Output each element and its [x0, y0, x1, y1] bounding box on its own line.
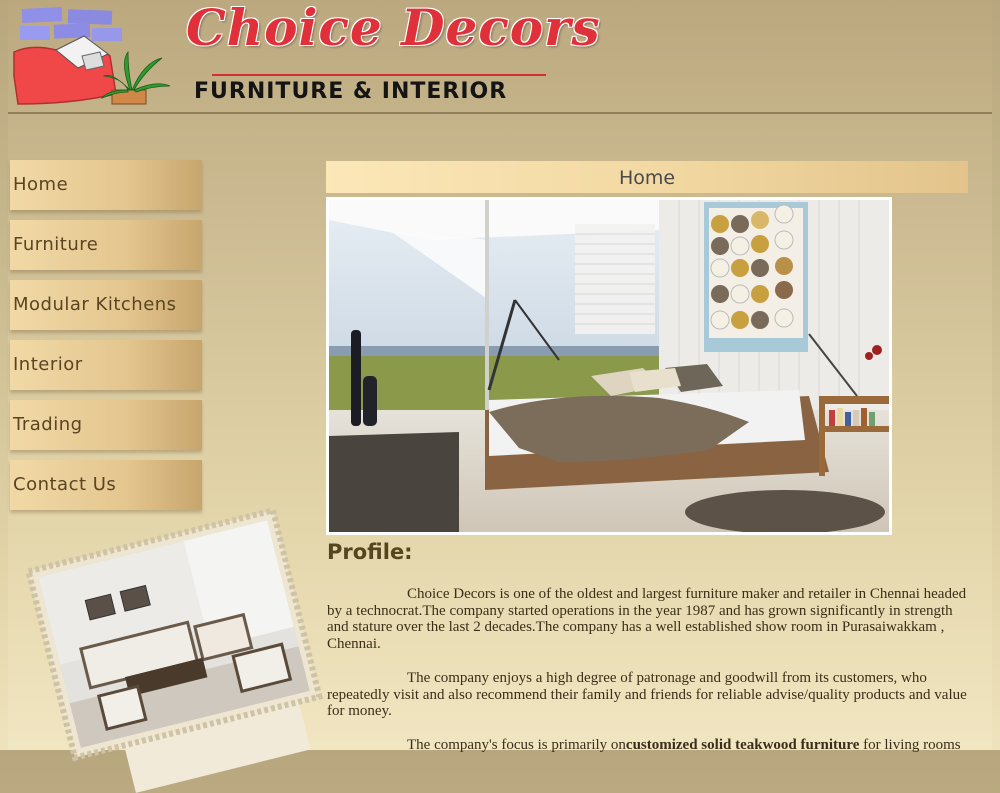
- profile-paragraph-3: The company's focus is primarily oncusto…: [327, 737, 967, 754]
- hero-bedroom-image: [326, 197, 892, 535]
- para3-text-tail: for living rooms: [859, 737, 961, 753]
- nav-item-modular-kitchens[interactable]: Modular Kitchens: [10, 280, 202, 330]
- para3-bold: customized solid teakwood furniture: [625, 737, 860, 753]
- para3-text: The company's focus is primarily on: [407, 737, 626, 753]
- brand-tagline: FURNITURE & INTERIOR: [194, 79, 508, 104]
- profile-paragraph-2: The company enjoys a high degree of patr…: [327, 670, 967, 719]
- profile-heading: Profile:: [327, 540, 413, 564]
- brand-name: Choice Decors: [186, 0, 601, 57]
- nav-item-home[interactable]: Home: [10, 160, 202, 210]
- nav-item-interior[interactable]: Interior: [10, 340, 202, 390]
- nav-item-furniture[interactable]: Furniture: [10, 220, 202, 270]
- section-title-bar: Home: [326, 161, 968, 193]
- page-frame: Choice Decors FURNITURE & INTERIOR Home …: [8, 0, 992, 793]
- site-header: Choice Decors FURNITURE & INTERIOR: [8, 0, 992, 116]
- header-divider: [8, 112, 992, 114]
- brand-underline: [212, 74, 546, 76]
- section-title: Home: [618, 167, 676, 189]
- nav-item-contact-us[interactable]: Contact Us: [10, 460, 202, 510]
- logo-sofa-plant-icon: [13, 6, 171, 105]
- sidebar-nav: Home Furniture Modular Kitchens Interior…: [10, 160, 202, 520]
- nav-item-trading[interactable]: Trading: [10, 400, 202, 450]
- profile-paragraph-1: Choice Decors is one of the oldest and l…: [327, 586, 967, 652]
